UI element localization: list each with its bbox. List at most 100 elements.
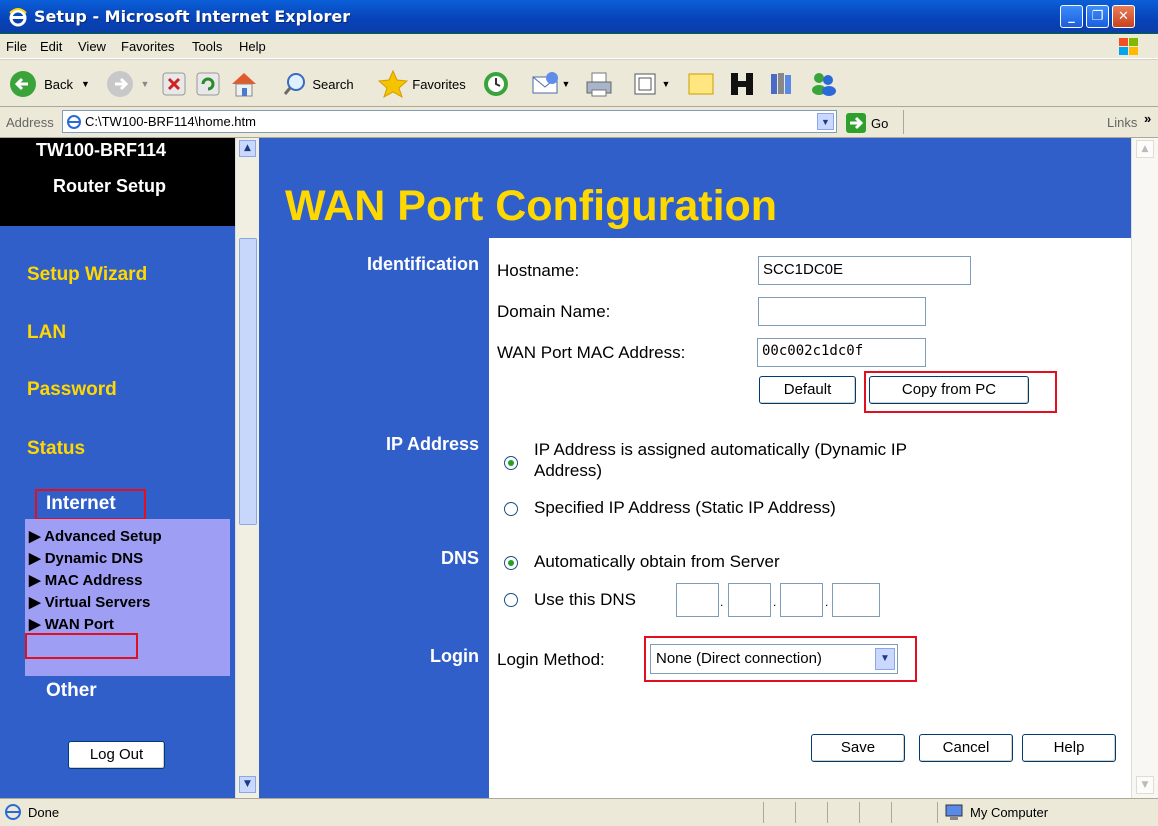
menu-edit[interactable]: Edit [40,39,62,54]
menu-view[interactable]: View [78,39,106,54]
default-button[interactable]: Default [759,376,856,404]
zone-text: My Computer [970,805,1049,820]
computer-icon [945,804,963,820]
history-button[interactable] [480,68,512,100]
main-scroll-up-icon[interactable]: ▲ [1136,140,1154,158]
address-dropdown-button[interactable]: ▼ [817,113,834,130]
mail-button[interactable]: ▼ [526,68,574,100]
dns-dot-1: . [720,595,724,609]
forward-dropdown-icon: ▼ [140,79,150,89]
submenu-advanced-setup[interactable]: ▶ Advanced Setup [29,527,162,545]
search-label: Search [312,76,354,92]
menu-file[interactable]: File [6,39,27,54]
favorites-label: Favorites [412,76,466,92]
menu-help[interactable]: Help [239,39,266,54]
address-input[interactable]: C:\TW100-BRF114\home.htm ▼ [62,110,837,133]
history-icon [484,72,508,96]
sidebar-subtitle: Router Setup [53,176,167,196]
submenu-virtual-servers[interactable]: ▶ Virtual Servers [29,593,150,611]
status-divider-3 [827,802,828,823]
copy-from-pc-highlight [864,371,1057,413]
save-button[interactable]: Save [811,734,905,762]
nav-status[interactable]: Status [27,438,85,460]
discuss-button[interactable] [684,68,718,100]
edit-page-icon [634,73,656,95]
dns-dot-2: . [773,595,777,609]
maximize-button[interactable]: ❐ [1086,5,1109,28]
forward-button[interactable]: ▼ [104,68,150,100]
go-button[interactable]: Go [846,112,894,134]
stop-button[interactable] [160,70,188,98]
window-title: Setup - Microsoft Internet Explorer [34,7,351,26]
ip-static-radio[interactable] [504,502,518,516]
mail-icon [532,72,558,94]
dns-octet-2[interactable] [728,583,771,617]
scroll-down-arrow-icon[interactable]: ▼ [239,776,256,793]
sidebar-scrollbar[interactable]: ▲ ▼ [235,138,259,798]
ip-dynamic-label-line2: Address) [534,461,603,480]
h-button[interactable] [726,68,758,100]
ip-dynamic-radio[interactable] [504,456,518,470]
domain-name-input[interactable] [758,297,926,326]
scroll-up-arrow-icon[interactable]: ▲ [239,140,256,157]
minimize-button[interactable]: _ [1060,5,1083,28]
dns-auto-label: Automatically obtain from Server [534,552,780,571]
dns-auto-radio[interactable] [504,556,518,570]
search-button[interactable]: Search [272,68,364,100]
sidebar-scroll-thumb[interactable] [239,238,257,525]
page-done-icon [5,804,21,820]
dns-octet-1[interactable] [676,583,719,617]
dns-octet-4[interactable] [832,583,880,617]
print-button[interactable] [582,68,616,100]
nav-password[interactable]: Password [27,379,117,401]
stop-icon [162,72,186,96]
nav-setup-wizard[interactable]: Setup Wizard [27,264,147,286]
nav-lan[interactable]: LAN [27,322,66,344]
section-login: Login [430,646,479,666]
hostname-label: Hostname: [497,261,580,280]
messenger-button[interactable] [806,68,840,100]
refresh-button[interactable] [194,70,222,98]
menu-favorites[interactable]: Favorites [121,39,174,54]
back-dropdown-icon: ▼ [80,79,90,89]
back-button[interactable]: Back ▼ [6,68,92,100]
submenu-mac-address[interactable]: ▶ MAC Address [29,571,143,589]
toolbar: Back ▼ ▼ Search Favorites ▼ ▼ [0,59,1158,107]
logout-button[interactable]: Log Out [68,741,165,769]
main-scroll-down-icon[interactable]: ▼ [1136,776,1154,794]
internet-highlight [35,489,146,520]
links-chevron-icon[interactable]: » [1144,111,1151,126]
research-button[interactable] [766,68,798,100]
edit-button[interactable]: ▼ [626,68,676,100]
submenu-wan-port[interactable]: ▶ WAN Port [29,615,114,633]
main-scrollbar[interactable]: ▲ ▼ [1131,138,1158,798]
status-bar: Done My Computer [0,798,1158,826]
address-divider [903,110,904,134]
sidebar-header: TW100-BRF114 Router Setup [0,138,235,226]
nav-other[interactable]: Other [46,680,97,702]
cancel-button[interactable]: Cancel [919,734,1013,762]
status-divider-2 [795,802,796,823]
home-button[interactable] [228,68,260,100]
star-icon [378,69,409,99]
windows-logo-icon [1118,37,1140,56]
back-arrow-icon [10,71,37,97]
hostname-input[interactable]: SCC1DC0E [758,256,971,285]
section-identification: Identification [367,254,479,274]
address-bar: Address C:\TW100-BRF114\home.htm ▼ Go Li… [0,107,1158,138]
messenger-icon [812,73,836,96]
login-method-label: Login Method: [497,650,605,669]
dns-octet-3[interactable] [780,583,823,617]
submenu-dynamic-dns[interactable]: ▶ Dynamic DNS [29,549,143,567]
close-button[interactable]: ✕ [1112,5,1135,28]
links-label[interactable]: Links [1107,115,1137,130]
dns-manual-label: Use this DNS [534,590,637,609]
dns-manual-radio[interactable] [504,593,518,607]
ip-static-label: Specified IP Address (Static IP Address) [534,498,836,517]
menu-tools[interactable]: Tools [192,39,222,54]
help-button[interactable]: Help [1022,734,1116,762]
refresh-icon [196,72,220,96]
mac-address-input[interactable]: 00c002c1dc0f [757,338,926,367]
favorites-button[interactable]: Favorites [368,68,476,100]
submenu-mac-address-label: MAC Address [44,572,143,589]
